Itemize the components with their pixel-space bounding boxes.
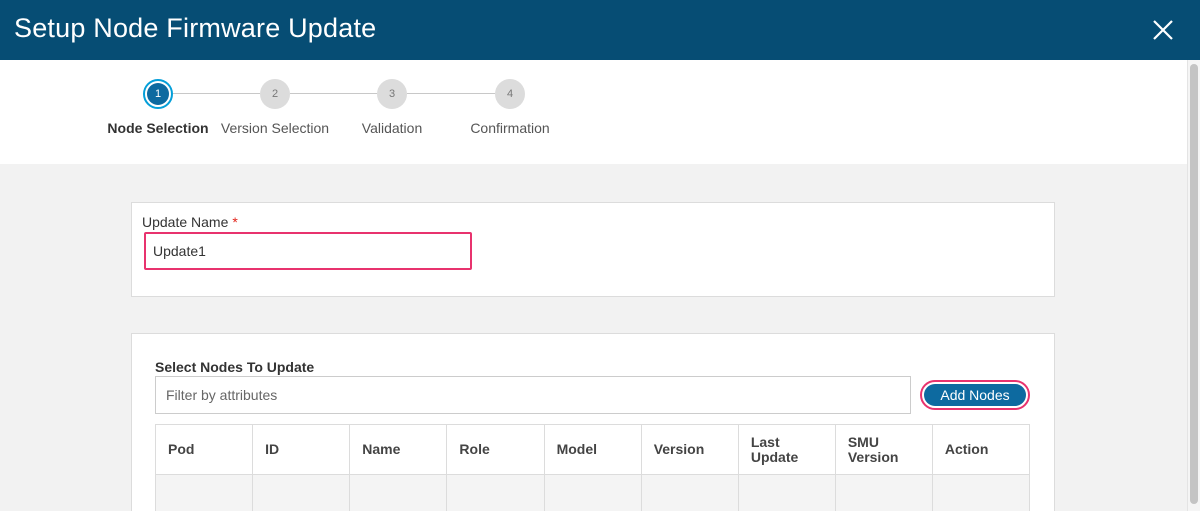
column-header-version[interactable]: Version bbox=[640, 424, 739, 475]
table-cell bbox=[543, 474, 642, 511]
add-nodes-label: Add Nodes bbox=[924, 384, 1026, 406]
update-name-label: Update Name * bbox=[142, 214, 238, 230]
add-nodes-button[interactable]: Add Nodes bbox=[920, 380, 1030, 410]
step-4-label: Confirmation bbox=[470, 120, 550, 136]
scrollbar-thumb[interactable] bbox=[1190, 64, 1198, 504]
step-connector bbox=[407, 93, 495, 94]
dialog-title: Setup Node Firmware Update bbox=[14, 13, 377, 43]
table-cell bbox=[640, 474, 739, 511]
step-connector bbox=[173, 93, 260, 94]
close-icon bbox=[1153, 20, 1173, 40]
column-header-action[interactable]: Action bbox=[931, 424, 1031, 475]
step-2-label: Version Selection bbox=[220, 120, 330, 136]
step-3-label: Validation bbox=[361, 120, 423, 136]
column-header-smu-version[interactable]: SMU Version bbox=[834, 424, 933, 475]
select-nodes-card: Select Nodes To Update Add Nodes Pod ID … bbox=[131, 333, 1055, 511]
step-1-indicator[interactable]: 1 bbox=[143, 79, 173, 109]
dialog-header: Setup Node Firmware Update bbox=[0, 0, 1200, 60]
step-4-indicator[interactable]: 4 bbox=[495, 79, 525, 109]
column-header-id[interactable]: ID bbox=[252, 424, 351, 475]
table-cell bbox=[154, 474, 254, 511]
column-header-model[interactable]: Model bbox=[543, 424, 642, 475]
table-cell bbox=[349, 474, 448, 511]
nodes-table: Pod ID Name Role Model Version Last Upda… bbox=[154, 424, 1031, 511]
table-cell bbox=[737, 474, 836, 511]
required-marker: * bbox=[232, 214, 238, 230]
close-button[interactable] bbox=[1146, 13, 1180, 47]
update-name-card: Update Name * bbox=[131, 202, 1055, 297]
table-cell bbox=[446, 474, 545, 511]
column-header-last-update[interactable]: Last Update bbox=[737, 424, 836, 475]
table-cell bbox=[834, 474, 933, 511]
step-connector bbox=[290, 93, 377, 94]
table-cell bbox=[252, 474, 351, 511]
step-3-indicator[interactable]: 3 bbox=[377, 79, 407, 109]
step-2-indicator[interactable]: 2 bbox=[260, 79, 290, 109]
column-header-name[interactable]: Name bbox=[349, 424, 448, 475]
table-header-row: Pod ID Name Role Model Version Last Upda… bbox=[154, 424, 1031, 475]
column-header-pod[interactable]: Pod bbox=[154, 424, 254, 475]
wizard-stepper: 1 2 3 4 Node Selection Version Selection… bbox=[0, 60, 1187, 164]
table-cell bbox=[931, 474, 1031, 511]
update-name-input[interactable] bbox=[144, 232, 472, 270]
filter-input[interactable] bbox=[155, 376, 911, 414]
vertical-scrollbar[interactable] bbox=[1187, 60, 1200, 511]
column-header-role[interactable]: Role bbox=[446, 424, 545, 475]
table-row bbox=[154, 474, 1031, 511]
step-1-label: Node Selection bbox=[107, 120, 209, 136]
select-nodes-title: Select Nodes To Update bbox=[155, 359, 315, 375]
